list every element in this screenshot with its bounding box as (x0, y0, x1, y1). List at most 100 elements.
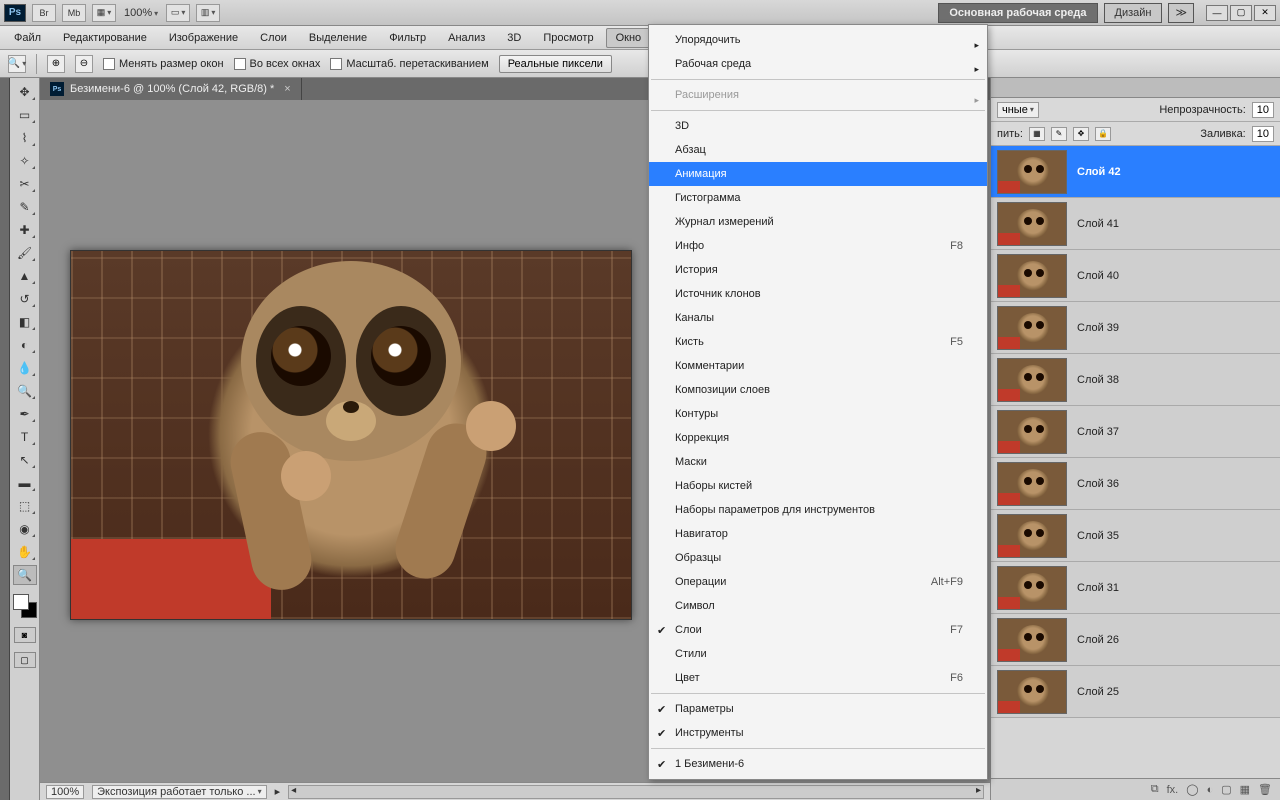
screen-mode-button[interactable]: ▭ (166, 4, 190, 22)
new-layer-icon[interactable]: ▦ (1240, 783, 1250, 796)
menu-item-рабочая-среда[interactable]: Рабочая среда (649, 52, 987, 76)
menu-item-каналы[interactable]: Каналы (649, 306, 987, 330)
minimize-button[interactable]: — (1206, 5, 1228, 21)
menu-item-цвет[interactable]: ЦветF6 (649, 666, 987, 690)
menu-item-источник-клонов[interactable]: Источник клонов (649, 282, 987, 306)
layer-row[interactable]: Слой 41 (991, 198, 1280, 250)
menu-item-операции[interactable]: ОперацииAlt+F9 (649, 570, 987, 594)
path-tool[interactable]: ↖ (13, 450, 37, 470)
marquee-tool[interactable]: ▭ (13, 105, 37, 125)
eyedropper-tool[interactable]: ✎ (13, 197, 37, 217)
layer-thumbnail[interactable] (997, 618, 1067, 662)
menu-window[interactable]: Окно (606, 28, 652, 48)
menu-item-1-безимени-6[interactable]: ✔1 Безимени-6 (649, 752, 987, 776)
blend-mode-dropdown[interactable]: чные (997, 102, 1039, 118)
3d-camera-tool[interactable]: ◉ (13, 519, 37, 539)
layer-thumbnail[interactable] (997, 306, 1067, 350)
menu-item-символ[interactable]: Символ (649, 594, 987, 618)
adjustment-icon[interactable]: ◐ (1207, 784, 1214, 796)
history-brush-tool[interactable]: ↺ (13, 289, 37, 309)
minibridge-button[interactable]: Mb (62, 4, 86, 22)
type-tool[interactable]: T (13, 427, 37, 447)
screenmode-button[interactable]: ▢ (14, 652, 36, 668)
layer-thumbnail[interactable] (997, 410, 1067, 454)
menu-item-композиции-слоев[interactable]: Композиции слоев (649, 378, 987, 402)
workspace-more-button[interactable]: ≫ (1168, 3, 1194, 23)
layer-row[interactable]: Слой 40 (991, 250, 1280, 302)
link-layers-icon[interactable]: ⧉ (1151, 783, 1159, 796)
fill-value[interactable]: 10 (1252, 126, 1274, 142)
menu-item-слои[interactable]: ✔СлоиF7 (649, 618, 987, 642)
menu-item-стили[interactable]: Стили (649, 642, 987, 666)
menu-item-комментарии[interactable]: Комментарии (649, 354, 987, 378)
layers-list[interactable]: Слой 42Слой 41Слой 40Слой 39Слой 38Слой … (991, 146, 1280, 778)
menu-item-навигатор[interactable]: Навигатор (649, 522, 987, 546)
menu-file[interactable]: Файл (4, 28, 51, 48)
tool-preset-dropdown[interactable]: 🔍 (8, 55, 26, 73)
layer-row[interactable]: Слой 37 (991, 406, 1280, 458)
menu-item-3d[interactable]: 3D (649, 114, 987, 138)
stamp-tool[interactable]: ▲ (13, 266, 37, 286)
menu-item-параметры[interactable]: ✔Параметры (649, 697, 987, 721)
lock-all-icon[interactable]: 🔒 (1095, 127, 1111, 141)
quickmask-button[interactable]: ◙ (14, 627, 36, 643)
zoom-out-icon[interactable]: ⊖ (75, 55, 93, 73)
menu-item-кисть[interactable]: КистьF5 (649, 330, 987, 354)
resize-windows-checkbox[interactable]: Менять размер окон (103, 58, 224, 70)
menu-item-упорядочить[interactable]: Упорядочить (649, 28, 987, 52)
layer-row[interactable]: Слой 38 (991, 354, 1280, 406)
bridge-button[interactable]: Br (32, 4, 56, 22)
layer-row[interactable]: Слой 36 (991, 458, 1280, 510)
lock-position-icon[interactable]: ✥ (1073, 127, 1089, 141)
layer-thumbnail[interactable] (997, 150, 1067, 194)
layer-row[interactable]: Слой 31 (991, 562, 1280, 614)
collapsed-palette-strip[interactable] (0, 78, 10, 800)
opacity-value[interactable]: 10 (1252, 102, 1274, 118)
drag-zoom-checkbox[interactable]: Масштаб. перетаскиванием (330, 58, 488, 70)
pen-tool[interactable]: ✒ (13, 404, 37, 424)
menu-analysis[interactable]: Анализ (438, 28, 495, 48)
close-button[interactable]: ✕ (1254, 5, 1276, 21)
menu-item-гистограмма[interactable]: Гистограмма (649, 186, 987, 210)
status-zoom[interactable]: 100% (46, 785, 84, 799)
layer-thumbnail[interactable] (997, 462, 1067, 506)
fx-icon[interactable]: fx. (1167, 784, 1179, 796)
menu-image[interactable]: Изображение (159, 28, 248, 48)
menu-filter[interactable]: Фильтр (379, 28, 436, 48)
hand-tool[interactable]: ✋ (13, 542, 37, 562)
layer-row[interactable]: Слой 25 (991, 666, 1280, 718)
brush-tool[interactable]: 🖌 (13, 243, 37, 263)
menu-item-коррекция[interactable]: Коррекция (649, 426, 987, 450)
close-tab-icon[interactable]: × (284, 83, 290, 95)
layer-thumbnail[interactable] (997, 670, 1067, 714)
menu-item-наборы-кистей[interactable]: Наборы кистей (649, 474, 987, 498)
menu-item-абзац[interactable]: Абзац (649, 138, 987, 162)
crop-tool[interactable]: ✂ (13, 174, 37, 194)
move-tool[interactable]: ✥ (13, 82, 37, 102)
gradient-tool[interactable]: ◐ (13, 335, 37, 355)
healing-tool[interactable]: ✚ (13, 220, 37, 240)
horizontal-scrollbar[interactable] (288, 785, 984, 799)
menu-item-инструменты[interactable]: ✔Инструменты (649, 721, 987, 745)
canvas[interactable] (70, 250, 632, 620)
status-arrow-icon[interactable]: ▸ (275, 785, 281, 798)
3d-tool[interactable]: ⬚ (13, 496, 37, 516)
layer-row[interactable]: Слой 35 (991, 510, 1280, 562)
mask-icon[interactable]: ◯ (1186, 783, 1198, 796)
layer-thumbnail[interactable] (997, 358, 1067, 402)
layer-row[interactable]: Слой 42 (991, 146, 1280, 198)
eraser-tool[interactable]: ◧ (13, 312, 37, 332)
menu-item-образцы[interactable]: Образцы (649, 546, 987, 570)
menu-item-контуры[interactable]: Контуры (649, 402, 987, 426)
color-swatches[interactable] (13, 594, 37, 618)
panel-tabs[interactable] (991, 78, 1280, 98)
menu-item-история[interactable]: История (649, 258, 987, 282)
menu-item-инфо[interactable]: ИнфоF8 (649, 234, 987, 258)
group-icon[interactable]: ▢ (1221, 783, 1231, 796)
menu-item-маски[interactable]: Маски (649, 450, 987, 474)
zoom-in-icon[interactable]: ⊕ (47, 55, 65, 73)
menu-edit[interactable]: Редактирование (53, 28, 157, 48)
lasso-tool[interactable]: ⌇ (13, 128, 37, 148)
blur-tool[interactable]: 💧 (13, 358, 37, 378)
doc-layout-button[interactable]: ▦ (92, 4, 116, 22)
